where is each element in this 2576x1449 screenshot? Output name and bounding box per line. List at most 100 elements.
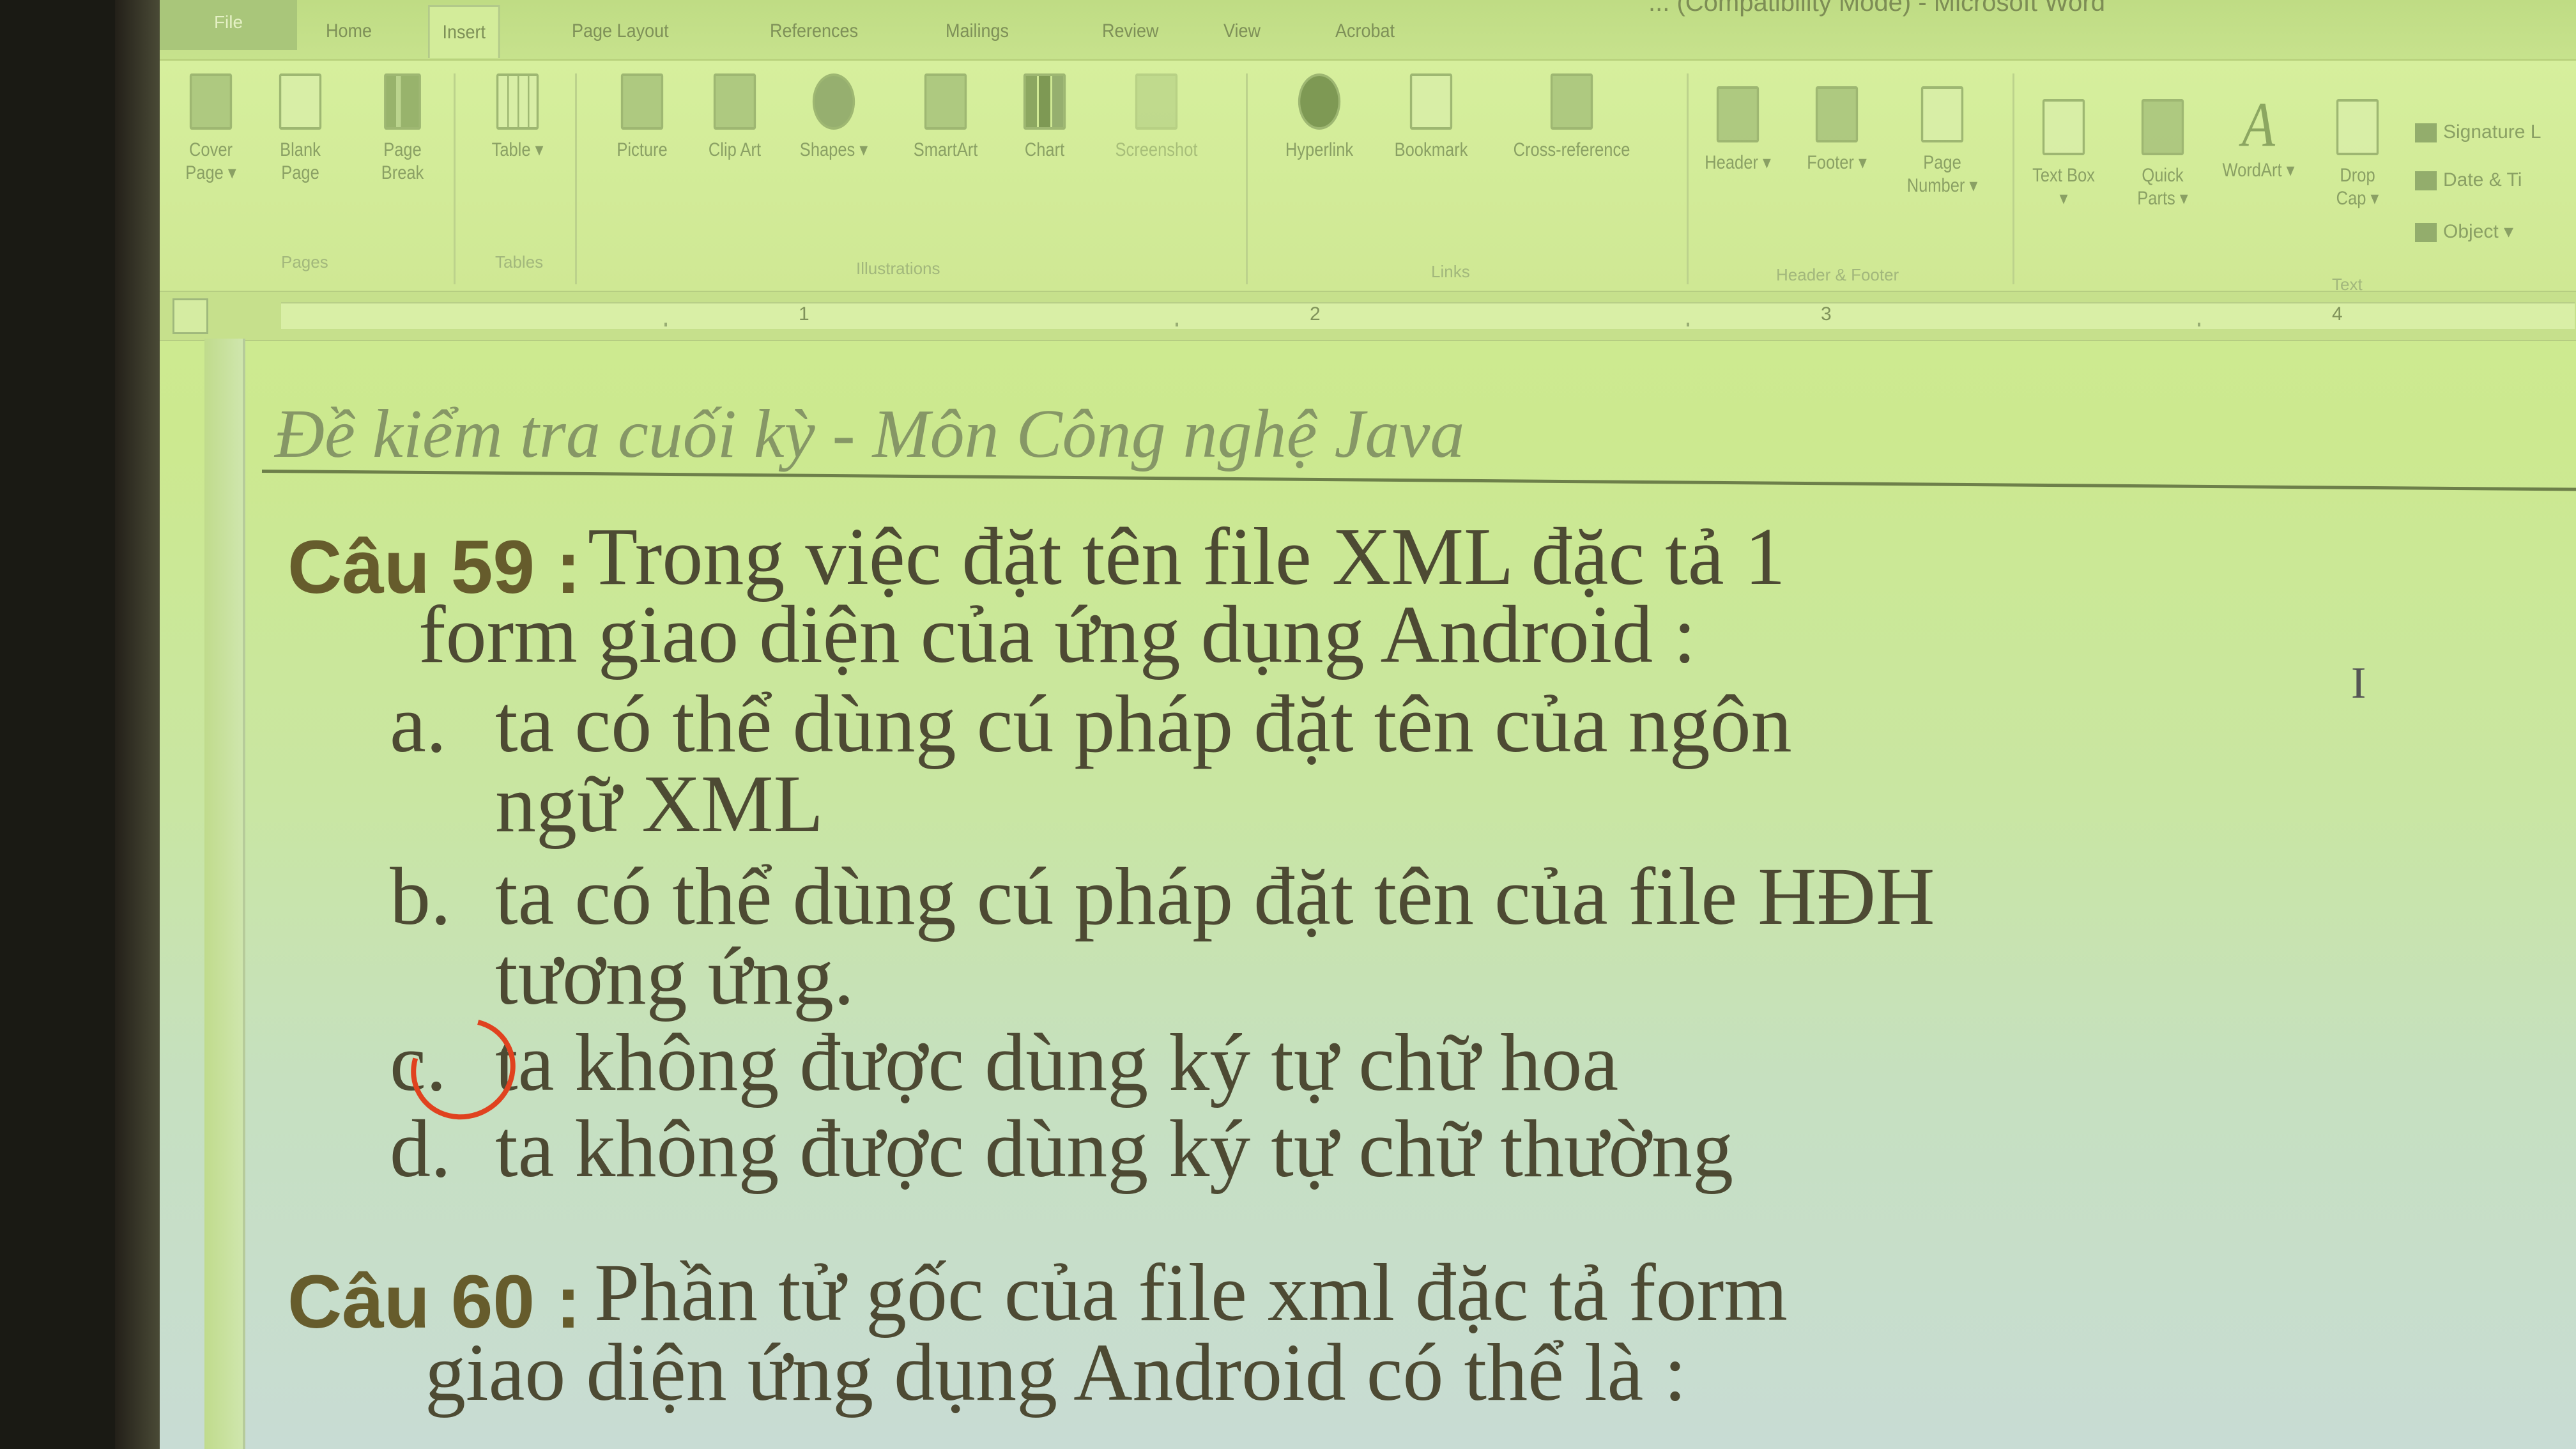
option-a-letter: a. bbox=[390, 678, 447, 769]
chart-label: Chart bbox=[1024, 139, 1065, 160]
group-label-tables: Tables bbox=[495, 252, 544, 272]
cover-page-button[interactable]: Cover Page ▾ bbox=[178, 73, 243, 185]
tab-review[interactable]: Review bbox=[1102, 12, 1159, 51]
ruler-number: 1 bbox=[799, 303, 809, 325]
object-button[interactable]: Object ▾ bbox=[2415, 220, 2513, 243]
shapes-label: Shapes ▾ bbox=[799, 139, 868, 160]
hyperlink-button[interactable]: Hyperlink bbox=[1268, 73, 1371, 162]
page-break-button[interactable]: Page Break bbox=[376, 73, 430, 185]
tab-bar: ... (Compatibility Mode) - Microsoft Wor… bbox=[160, 0, 2576, 61]
screenshot-label: Screenshot bbox=[1115, 139, 1198, 160]
clip-art-label: Clip Art bbox=[708, 139, 762, 160]
clip-art-button[interactable]: Clip Art bbox=[708, 73, 762, 162]
group-divider bbox=[1687, 73, 1689, 284]
drop-cap-label: Drop Cap ▾ bbox=[2336, 165, 2379, 209]
header-label: Header ▾ bbox=[1705, 152, 1771, 173]
ruler-number: 3 bbox=[1821, 303, 1832, 325]
group-label-pages: Pages bbox=[281, 252, 328, 272]
text-cursor-icon: I bbox=[2351, 659, 2366, 708]
ruler-track[interactable] bbox=[281, 302, 2575, 329]
tab-view[interactable]: View bbox=[1223, 12, 1261, 51]
tab-acrobat[interactable]: Acrobat bbox=[1335, 12, 1395, 51]
blank-page-icon bbox=[279, 73, 322, 130]
table-label: Table ▾ bbox=[491, 139, 544, 160]
vertical-ruler bbox=[204, 339, 245, 1449]
ruler-tick bbox=[1176, 323, 1178, 326]
page-number-icon bbox=[1920, 86, 1964, 142]
ruler-number: 4 bbox=[2332, 303, 2343, 325]
drop-cap-button[interactable]: Drop Cap ▾ bbox=[2325, 99, 2390, 210]
tab-insert[interactable]: Insert bbox=[428, 5, 500, 58]
tab-page-layout[interactable]: Page Layout bbox=[572, 12, 669, 51]
table-button[interactable]: Table ▾ bbox=[485, 73, 550, 162]
object-label: Object ▾ bbox=[2443, 221, 2514, 242]
cross-reference-label: Cross-reference bbox=[1513, 139, 1630, 160]
footer-icon bbox=[1815, 86, 1859, 142]
chart-button[interactable]: Chart bbox=[1015, 73, 1075, 162]
bookmark-icon bbox=[1409, 73, 1453, 130]
tab-selector-button[interactable] bbox=[172, 298, 208, 334]
smartart-icon bbox=[924, 73, 967, 130]
screenshot-icon bbox=[1135, 73, 1178, 130]
document-page[interactable]: Đề kiểm tra cuối kỳ - Môn Công nghệ Java… bbox=[204, 339, 2576, 1449]
cover-page-label: Cover Page ▾ bbox=[185, 139, 236, 183]
shapes-icon bbox=[812, 73, 855, 130]
tab-home[interactable]: Home bbox=[326, 12, 372, 51]
cross-reference-button[interactable]: Cross-reference bbox=[1496, 73, 1648, 162]
header-button[interactable]: Header ▾ bbox=[1700, 86, 1776, 174]
wordart-label: WordArt ▾ bbox=[2222, 160, 2295, 181]
quick-parts-label: Quick Parts ▾ bbox=[2137, 165, 2188, 209]
option-d-letter: d. bbox=[390, 1103, 451, 1194]
picture-button[interactable]: Picture bbox=[607, 73, 678, 162]
option-a-text-line2: ngữ XML bbox=[495, 758, 824, 849]
group-divider bbox=[1246, 73, 1248, 284]
header-icon bbox=[1716, 86, 1759, 142]
ruler-tick bbox=[2198, 323, 2200, 326]
option-b-text-line2: tương ứng. bbox=[495, 931, 854, 1022]
cover-page-icon bbox=[189, 73, 233, 130]
date-time-label: Date & Ti bbox=[2443, 169, 2522, 190]
text-box-button[interactable]: Text Box ▾ bbox=[2031, 99, 2096, 210]
screenshot-button[interactable]: Screenshot bbox=[1102, 73, 1211, 162]
quick-parts-button[interactable]: Quick Parts ▾ bbox=[2128, 99, 2198, 210]
drop-cap-icon bbox=[2336, 99, 2379, 155]
date-time-button[interactable]: Date & Ti bbox=[2415, 169, 2522, 191]
cross-reference-icon bbox=[1550, 73, 1593, 130]
signature-label: Signature L bbox=[2443, 121, 2542, 142]
window-title: ... (Compatibility Mode) - Microsoft Wor… bbox=[1648, 0, 2105, 17]
bookmark-button[interactable]: Bookmark bbox=[1383, 73, 1480, 162]
horizontal-ruler: 1 2 3 4 bbox=[160, 291, 2576, 341]
wordart-button[interactable]: A WordArt ▾ bbox=[2218, 89, 2299, 182]
hyperlink-label: Hyperlink bbox=[1285, 139, 1354, 160]
picture-label: Picture bbox=[617, 139, 668, 160]
group-label-header-footer: Header & Footer bbox=[1776, 265, 1899, 284]
smartart-button[interactable]: SmartArt bbox=[902, 73, 989, 162]
blank-page-button[interactable]: Blank Page bbox=[273, 73, 328, 185]
tab-references[interactable]: References bbox=[770, 12, 858, 51]
table-icon bbox=[496, 73, 539, 130]
globe-icon bbox=[1298, 73, 1341, 130]
object-icon bbox=[2415, 223, 2437, 243]
bookmark-label: Bookmark bbox=[1394, 139, 1468, 160]
signature-icon bbox=[2415, 123, 2437, 143]
shapes-button[interactable]: Shapes ▾ bbox=[799, 73, 870, 162]
page-header-text: Đề kiểm tra cuối kỳ - Môn Công nghệ Java bbox=[275, 396, 1465, 472]
ruler-tick bbox=[1687, 323, 1689, 326]
ribbon-insert: Cover Page ▾ Blank Page Page Break Pages… bbox=[160, 59, 2576, 294]
picture-icon bbox=[620, 73, 664, 130]
ruler-number: 2 bbox=[1310, 303, 1321, 325]
group-divider bbox=[575, 73, 577, 284]
group-divider bbox=[2012, 73, 2014, 284]
option-c-text: ta không được dùng ký tự chữ hoa bbox=[495, 1017, 1619, 1108]
group-divider bbox=[454, 73, 456, 284]
blank-page-label: Blank Page bbox=[280, 139, 321, 183]
wordart-icon: A bbox=[2242, 89, 2275, 160]
option-b-letter: b. bbox=[390, 851, 451, 942]
monitor-bezel bbox=[115, 0, 160, 1449]
signature-line-button[interactable]: Signature L bbox=[2415, 121, 2541, 143]
page-number-button[interactable]: Page Number ▾ bbox=[1894, 86, 1991, 197]
page-break-icon bbox=[384, 73, 421, 130]
footer-button[interactable]: Footer ▾ bbox=[1802, 86, 1873, 174]
tab-file[interactable]: File bbox=[160, 0, 297, 50]
tab-mailings[interactable]: Mailings bbox=[946, 12, 1009, 51]
